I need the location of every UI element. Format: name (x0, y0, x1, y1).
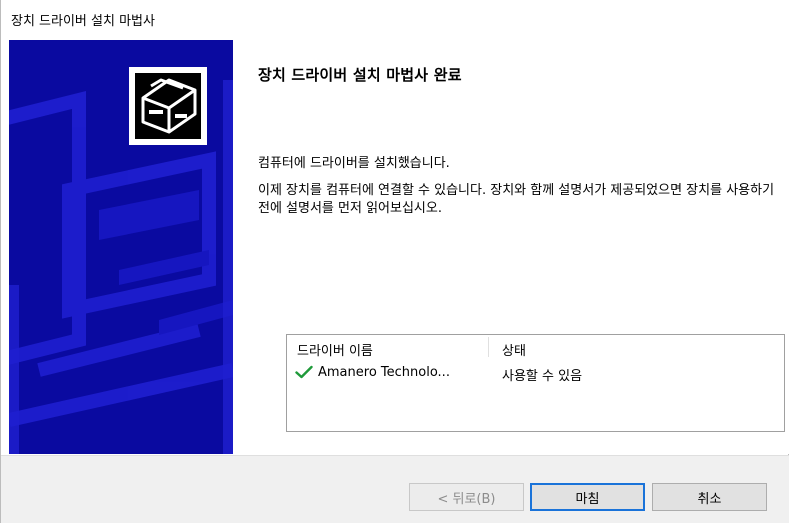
device-banner-graphic (9, 40, 233, 454)
column-header-driver-name[interactable]: 드라이버 이름 (297, 340, 373, 359)
page-title: 장치 드라이버 설치 마법사 완료 (258, 66, 462, 84)
wizard-side-banner (9, 40, 233, 454)
title-bar: 장치 드라이버 설치 마법사 (1, 0, 789, 40)
driver-list-row[interactable]: Amanero Technolo... 사용할 수 있음 (287, 361, 784, 384)
column-divider[interactable] (488, 337, 489, 357)
driver-name: Amanero Technolo... (318, 365, 450, 380)
window-title: 장치 드라이버 설치 마법사 (11, 14, 155, 29)
back-button[interactable]: < 뒤로(B) (409, 483, 524, 511)
device-install-icon (129, 67, 207, 145)
button-bar: < 뒤로(B) 마침 취소 (1, 455, 789, 523)
column-header-status[interactable]: 상태 (502, 340, 526, 359)
cancel-button[interactable]: 취소 (652, 483, 767, 511)
install-success-text: 컴퓨터에 드라이버를 설치했습니다. (258, 156, 450, 171)
finish-button[interactable]: 마침 (530, 483, 645, 511)
wizard-content: 장치 드라이버 설치 마법사 완료 컴퓨터에 드라이버를 설치했습니다. 이제 … (233, 40, 789, 454)
driver-list[interactable]: 드라이버 이름 상태 Amanero Technolo... 사용할 수 있음 (286, 334, 785, 432)
wizard-window: 장치 드라이버 설치 마법사 장치 드라이버 설치 마법사 완료 컴퓨터에 드라… (0, 0, 789, 523)
driver-list-header: 드라이버 이름 상태 (287, 335, 784, 359)
install-instructions-text: 이제 장치를 컴퓨터에 연결할 수 있습니다. 장치와 함께 설명서가 제공되었… (258, 183, 775, 216)
driver-status: 사용할 수 있음 (502, 369, 583, 384)
checkmark-icon (295, 365, 313, 379)
